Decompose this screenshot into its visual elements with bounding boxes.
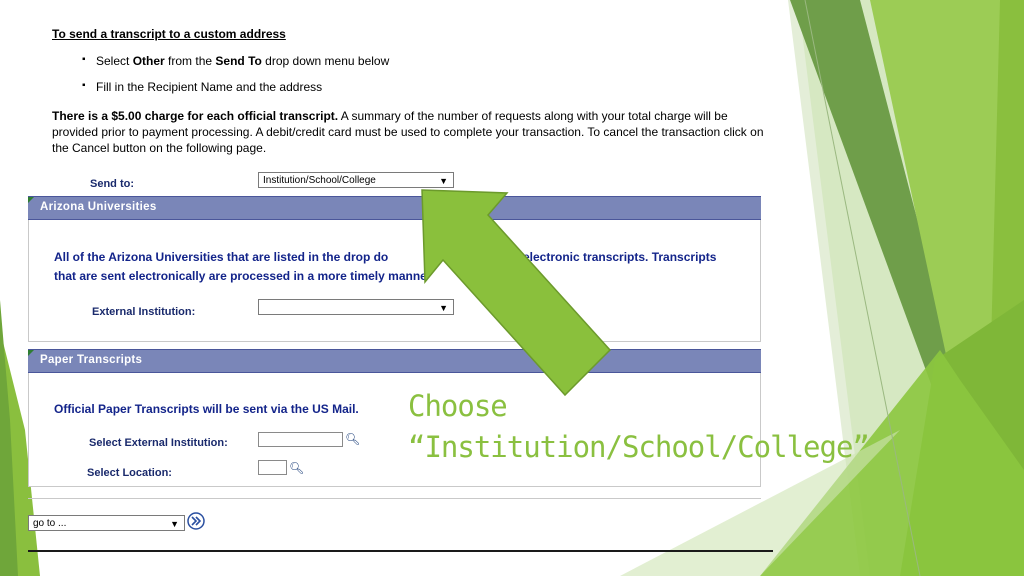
instruction-list: Select Other from the Send To drop down …: [82, 54, 389, 94]
select-location-label: Select Location:: [87, 467, 172, 479]
paper-transcripts-header[interactable]: Paper Transcripts: [28, 349, 761, 373]
location-lookup-icon[interactable]: 🔍︎: [289, 461, 304, 475]
arizona-text-line1: All of the Arizona Universities that are…: [54, 250, 389, 264]
send-to-value: Institution/School/College: [263, 175, 376, 186]
dropdown-arrow-icon: ▼: [170, 519, 179, 529]
charge-notice: There is a $5.00 charge for each officia…: [52, 109, 764, 155]
dropdown-arrow-icon: ▼: [439, 176, 448, 186]
send-to-label: Send to:: [90, 178, 134, 190]
collapse-marker-icon: [28, 350, 34, 356]
select-external-institution-label: Select External Institution:: [89, 437, 228, 449]
callout-text: Choose “Institution/School/College”: [408, 386, 870, 468]
external-institution-input[interactable]: [258, 432, 343, 447]
arizona-universities-header[interactable]: Arizona Universities: [28, 196, 761, 220]
paper-transcripts-text: Official Paper Transcripts will be sent …: [54, 402, 359, 416]
go-button-icon[interactable]: [187, 512, 205, 530]
callout-line1: Choose: [408, 389, 508, 423]
dropdown-arrow-icon: ▼: [439, 303, 448, 313]
callout-line2: “Institution/School/College”: [408, 430, 870, 464]
location-input[interactable]: [258, 460, 287, 475]
bottom-rule-right: [421, 550, 773, 552]
section-title: Paper Transcripts: [40, 354, 143, 366]
institution-lookup-icon[interactable]: 🔍︎: [345, 432, 360, 446]
arizona-text-line2: that are sent electronically are process…: [54, 269, 427, 283]
arizona-text-line1-end: electronic transcripts. Transcripts: [523, 250, 717, 264]
section-title: Arizona Universities: [40, 201, 157, 213]
instruction-item: Fill in the Recipient Name and the addre…: [82, 80, 389, 94]
bottom-rule-left: [28, 550, 421, 552]
external-institution-dropdown[interactable]: ▼: [258, 299, 454, 315]
divider: [28, 498, 761, 499]
collapse-marker-icon: [28, 197, 34, 203]
send-to-dropdown[interactable]: Institution/School/College ▼: [258, 172, 454, 188]
instruction-item: Select Other from the Send To drop down …: [82, 54, 389, 68]
external-institution-label: External Institution:: [92, 306, 196, 318]
goto-dropdown[interactable]: go to ... ▼: [28, 515, 185, 531]
instructions-heading: To send a transcript to a custom address: [52, 27, 286, 41]
